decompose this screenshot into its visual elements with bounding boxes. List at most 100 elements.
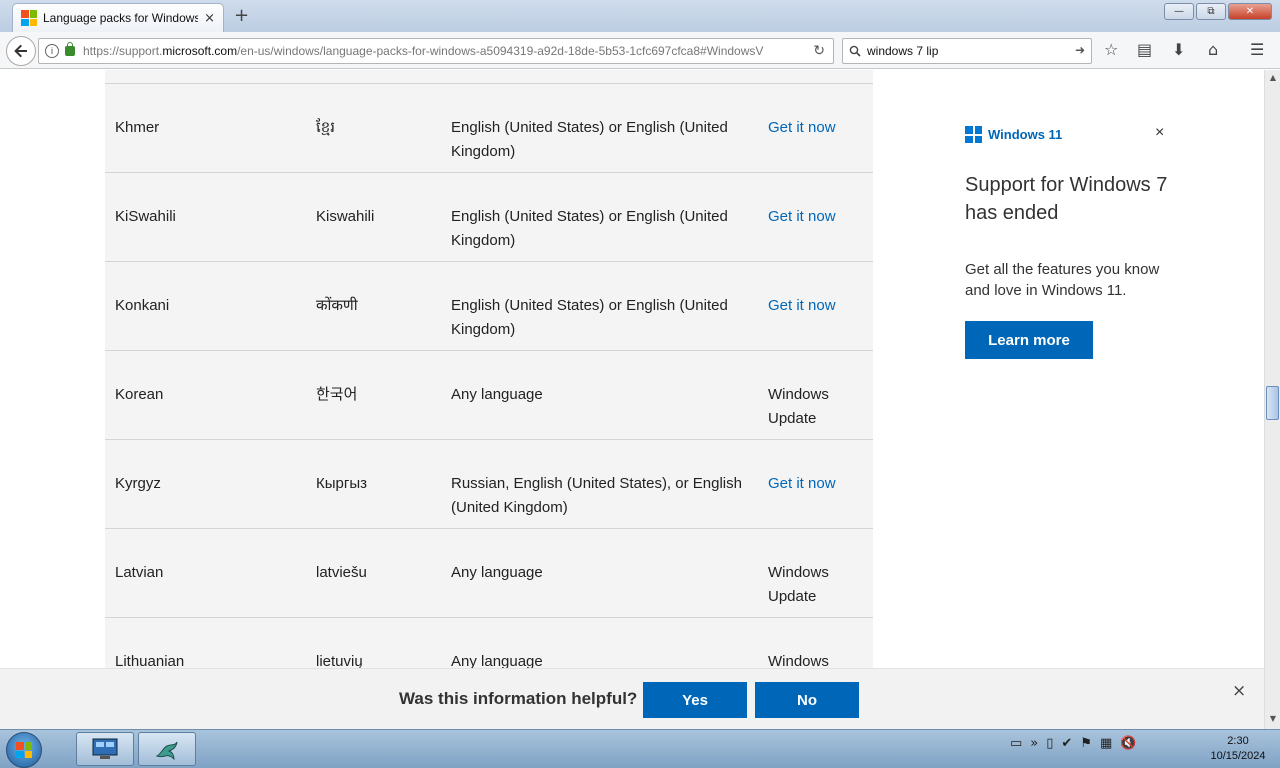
native-name: lietuvių (316, 653, 363, 668)
native-name: ខ្មែរ (316, 119, 336, 136)
tab-close-icon[interactable]: × (204, 11, 215, 26)
address-bar[interactable]: i https://support.microsoft.com/en-us/wi… (38, 38, 834, 64)
table-row: Khmer ខ្មែរ English (United States) or Eng… (105, 83, 873, 172)
download-icon[interactable]: ⬇ (1172, 40, 1185, 59)
feedback-bar: Was this information helpful? Yes No × (0, 668, 1264, 729)
tab-title: Language packs for Windows 7 (43, 11, 199, 25)
language-name: Kyrgyz (115, 475, 161, 492)
start-button[interactable] (6, 732, 42, 768)
windows-update-text: Windows (768, 653, 829, 668)
clock-time: 2:30 (1227, 735, 1249, 747)
promo-title: Support for Windows 7 has ended (965, 174, 1168, 224)
table-row: Konkani कोंकणी English (United States) or … (105, 261, 873, 350)
table-row: Latvian latviešu Any language Windows Updat… (105, 528, 873, 617)
reading-list-icon[interactable]: ▤ (1137, 40, 1152, 59)
native-name: 한국어 (316, 386, 358, 403)
windows-logo-icon (965, 126, 982, 143)
taskbar: ▭ » ▯ ✔ ⚑ ▦ 🔇 2:30 10/15/2024 (0, 729, 1280, 768)
required-language: English (United States) or English (Unit… (451, 119, 728, 160)
clock[interactable]: 2:30 10/15/2024 (1200, 734, 1276, 764)
back-arrow-icon (14, 44, 27, 58)
table-row: Lithuanian lietuvių Any language Windows (105, 617, 873, 668)
browser-tab[interactable]: Language packs for Windows 7 × (12, 3, 224, 32)
required-language: English (United States) or English (Unit… (451, 208, 728, 249)
vertical-scrollbar[interactable]: ▲ ▼ (1264, 70, 1280, 729)
page-content: Khmer ខ្មែរ English (United States) or Eng… (0, 70, 1264, 668)
lock-icon (65, 42, 75, 56)
url-domain: microsoft.com (162, 44, 238, 58)
url-prefix: https://support. (83, 44, 163, 58)
learn-more-button[interactable]: Learn more (965, 321, 1093, 359)
system-tray: ▭ » ▯ ✔ ⚑ ▦ 🔇 (1010, 736, 1136, 751)
scroll-down-icon[interactable]: ▼ (1265, 711, 1280, 727)
required-language: Any language (451, 386, 543, 403)
search-input[interactable]: windows 7 lip (867, 44, 938, 58)
volume-muted-icon[interactable]: 🔇 (1120, 736, 1136, 751)
minimize-button[interactable]: — (1164, 3, 1194, 20)
no-button[interactable]: No (755, 682, 859, 718)
dragon-app-icon (155, 741, 178, 761)
back-button[interactable] (6, 36, 36, 66)
action-center-flag-icon[interactable]: ⚑ (1080, 736, 1092, 751)
bookmark-star-icon[interactable]: ☆ (1104, 40, 1118, 59)
language-name: Latvian (115, 564, 164, 581)
taskbar-item-control-panel[interactable] (76, 732, 134, 766)
language-name: Konkani (115, 297, 170, 314)
promo-body: Get all the features you know and love i… (965, 261, 1160, 299)
navigation-bar: i https://support.microsoft.com/en-us/wi… (0, 32, 1280, 69)
scroll-thumb[interactable] (1266, 386, 1279, 420)
language-pack-table: Khmer ខ្មែរ English (United States) or Eng… (105, 70, 873, 668)
scroll-up-icon[interactable]: ▲ (1265, 70, 1280, 86)
table-row: Korean 한국어 Any language Windows Update (105, 350, 873, 439)
get-it-now-link[interactable]: Get it now (768, 205, 868, 229)
network-icon[interactable]: ▦ (1100, 736, 1112, 751)
windows-update-text: Windows Update (768, 564, 829, 605)
search-bar[interactable]: windows 7 lip ➜ (842, 38, 1092, 64)
native-name: कोंकणी (316, 297, 358, 314)
table-row: KiSwahili Kiswahili English (United States… (105, 172, 873, 261)
search-icon (849, 45, 861, 57)
security-icon[interactable]: ✔ (1061, 736, 1072, 751)
new-tab-button[interactable]: + (234, 5, 249, 26)
info-icon[interactable]: i (45, 44, 59, 58)
windows-update-text: Windows Update (768, 386, 829, 427)
required-language: Any language (451, 653, 543, 668)
menu-icon[interactable]: ☰ (1250, 40, 1264, 59)
windows11-promo: Windows 11 × Support for Windows 7 has e… (965, 124, 1175, 359)
notes-icon[interactable]: ▯ (1046, 736, 1053, 751)
reload-icon[interactable]: ↻ (813, 42, 825, 59)
control-panel-icon (92, 738, 118, 759)
url-text[interactable]: https://support.microsoft.com/en-us/wind… (83, 44, 783, 58)
taskbar-item-app[interactable] (138, 732, 196, 766)
required-language: Any language (451, 564, 543, 581)
language-name: Khmer (115, 119, 160, 136)
get-it-now-link[interactable]: Get it now (768, 116, 868, 140)
clock-date: 10/15/2024 (1210, 750, 1266, 762)
microsoft-logo-icon (21, 10, 37, 26)
table-row: Kyrgyz Кыргыз Russian, English (United Sta… (105, 439, 873, 528)
native-name: Кыргыз (316, 475, 367, 492)
required-language: Russian, English (United States), or Eng… (451, 475, 742, 516)
get-it-now-link[interactable]: Get it now (768, 472, 868, 496)
show-desktop-icon[interactable]: ▭ (1010, 736, 1022, 751)
close-window-button[interactable]: ✕ (1228, 3, 1272, 20)
get-it-now-link[interactable]: Get it now (768, 294, 868, 318)
window-controls: — ⧉ ✕ (1162, 3, 1272, 20)
feedback-question: Was this information helpful? (399, 689, 638, 708)
home-icon[interactable]: ⌂ (1208, 40, 1218, 59)
windows-flag-icon (16, 742, 32, 758)
promo-brand-label: Windows 11 (988, 127, 1063, 142)
title-bar: Language packs for Windows 7 × + — ⧉ ✕ (0, 0, 1280, 32)
feedback-close-icon[interactable]: × (1232, 681, 1246, 701)
language-name: Korean (115, 386, 164, 403)
language-name: Lithuanian (115, 653, 185, 668)
language-name: KiSwahili (115, 208, 176, 225)
native-name: latviešu (316, 564, 367, 581)
tray-expand-icon[interactable]: » (1030, 736, 1038, 751)
native-name: Kiswahili (316, 208, 375, 225)
promo-brand: Windows 11 (965, 126, 1175, 143)
search-go-icon[interactable]: ➜ (1075, 43, 1085, 57)
yes-button[interactable]: Yes (643, 682, 747, 718)
maximize-button[interactable]: ⧉ (1196, 3, 1226, 20)
promo-close-icon[interactable]: × (1155, 124, 1164, 142)
